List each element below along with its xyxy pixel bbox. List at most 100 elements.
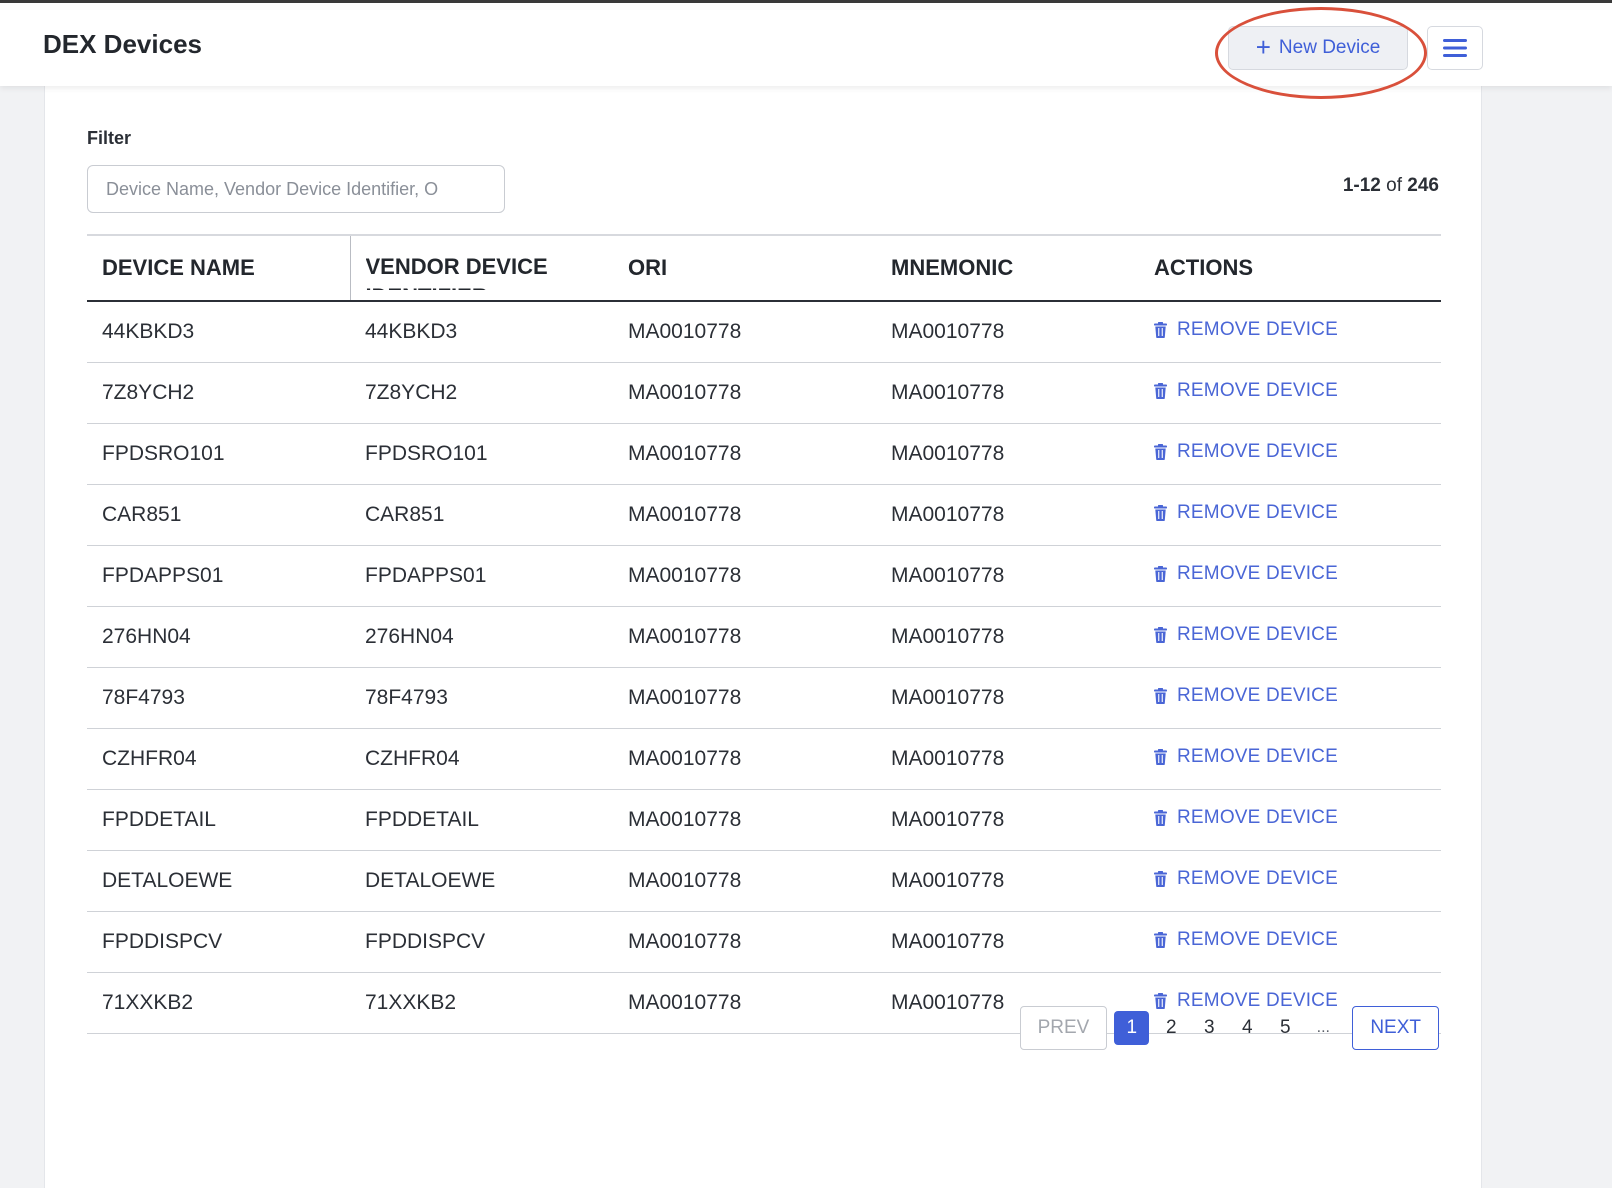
- page-3-button[interactable]: 3: [1190, 1011, 1228, 1045]
- mnemonic-cell: MA0010778: [876, 667, 1139, 729]
- mnemonic-cell: MA0010778: [876, 362, 1139, 424]
- table-header-row: DEVICE NAME VENDOR DEVICE IDENTIFIER ORI…: [87, 234, 1441, 302]
- vendor-device-identifier-cell: FPDSRO101: [350, 423, 613, 485]
- column-header-device-name[interactable]: DEVICE NAME: [87, 234, 350, 302]
- table-row: 276HN04 276HN04 MA0010778 MA0010778 REMOVE D…: [87, 606, 1441, 668]
- trash-icon: [1154, 932, 1167, 948]
- results-range: 1-12 of 246: [1343, 175, 1439, 197]
- pagination: PREV 1 2 3 4 5 ... NEXT: [1019, 1006, 1439, 1050]
- mnemonic-cell: MA0010778: [876, 545, 1139, 607]
- remove-device-button[interactable]: REMOVE DEVICE: [1154, 319, 1338, 341]
- table-row: 7Z8YCH2 7Z8YCH2 MA0010778 MA0010778 REMOVE D…: [87, 362, 1441, 424]
- range-shown: 1-12: [1342, 175, 1381, 196]
- trash-icon: [1154, 688, 1167, 704]
- column-header-mnemonic[interactable]: MNEMONIC: [876, 234, 1139, 302]
- devices-table: DEVICE NAME VENDOR DEVICE IDENTIFIER ORI…: [87, 234, 1441, 1034]
- ori-cell: MA0010778: [613, 362, 876, 424]
- actions-cell: REMOVE DEVICE: [1139, 362, 1441, 424]
- mnemonic-cell: MA0010778: [876, 484, 1139, 546]
- vendor-device-identifier-cell: DETALOEWE: [350, 850, 613, 912]
- trash-icon: [1154, 383, 1167, 399]
- trash-icon: [1154, 505, 1167, 521]
- mnemonic-cell: MA0010778: [876, 423, 1139, 485]
- remove-device-label: REMOVE DEVICE: [1177, 380, 1338, 401]
- pagination-ellipsis: ...: [1316, 1019, 1330, 1036]
- column-header-vendor-device-identifier[interactable]: VENDOR DEVICE IDENTIFIER: [349, 234, 613, 302]
- remove-device-button[interactable]: REMOVE DEVICE: [1154, 685, 1338, 707]
- ori-cell: MA0010778: [613, 911, 876, 973]
- remove-device-button[interactable]: REMOVE DEVICE: [1154, 624, 1338, 646]
- mnemonic-cell: MA0010778: [876, 789, 1139, 851]
- page-2-button[interactable]: 2: [1152, 1011, 1190, 1045]
- actions-cell: REMOVE DEVICE: [1139, 484, 1441, 546]
- ori-cell: MA0010778: [613, 301, 876, 363]
- page-5-button[interactable]: 5: [1266, 1011, 1304, 1045]
- column-header-vendor-label: VENDOR DEVICE IDENTIFIER: [365, 254, 548, 290]
- remove-device-label: REMOVE DEVICE: [1177, 319, 1338, 341]
- actions-cell: REMOVE DEVICE: [1139, 789, 1441, 851]
- column-header-ori[interactable]: ORI: [613, 234, 876, 302]
- device-name-cell: FPDSRO101: [87, 423, 350, 485]
- new-device-label: New Device: [1278, 37, 1381, 58]
- ori-cell: MA0010778: [613, 789, 876, 851]
- trash-icon: [1154, 566, 1167, 582]
- device-name-cell: FPDAPPS01: [87, 545, 350, 607]
- menu-button[interactable]: [1427, 26, 1483, 70]
- table-row: CAR851 CAR851 MA0010778 MA0010778 REMOVE DEV…: [87, 484, 1441, 546]
- remove-device-label: REMOVE DEVICE: [1177, 685, 1338, 706]
- page-1-button[interactable]: 1: [1114, 1011, 1150, 1045]
- remove-device-button[interactable]: REMOVE DEVICE: [1154, 929, 1338, 951]
- table-row: 78F4793 78F4793 MA0010778 MA0010778 REMOVE D…: [87, 667, 1441, 729]
- ori-cell: MA0010778: [613, 545, 876, 607]
- vendor-device-identifier-cell: CAR851: [350, 484, 613, 546]
- actions-cell: REMOVE DEVICE: [1139, 606, 1441, 668]
- table-row: DETALOEWE DETALOEWE MA0010778 MA0010778 REMO…: [87, 850, 1441, 912]
- remove-device-button[interactable]: REMOVE DEVICE: [1154, 380, 1338, 402]
- remove-device-label: REMOVE DEVICE: [1177, 624, 1338, 645]
- device-name-cell: 44KBKD3: [87, 301, 350, 363]
- devices-card: Filter 1-12 of 246 DEVICE NAME VENDOR DE…: [44, 86, 1482, 1188]
- top-bar: DEX Devices + New Device: [0, 0, 1612, 99]
- ori-cell: MA0010778: [613, 728, 876, 790]
- remove-device-button[interactable]: REMOVE DEVICE: [1154, 441, 1338, 463]
- next-page-button[interactable]: NEXT: [1352, 1006, 1439, 1050]
- remove-device-button[interactable]: REMOVE DEVICE: [1154, 868, 1338, 890]
- filter-label: Filter: [87, 128, 132, 148]
- mnemonic-cell: MA0010778: [876, 301, 1139, 363]
- page-title: DEX Devices: [43, 29, 202, 59]
- vendor-device-identifier-cell: FPDDISPCV: [350, 911, 613, 973]
- prev-page-button[interactable]: PREV: [1019, 1006, 1108, 1050]
- hamburger-menu-icon: [1443, 39, 1467, 57]
- actions-cell: REMOVE DEVICE: [1139, 667, 1441, 729]
- new-device-button[interactable]: + New Device: [1228, 26, 1408, 70]
- vendor-device-identifier-cell: CZHFR04: [350, 728, 613, 790]
- range-of: of: [1386, 175, 1403, 196]
- device-name-cell: 7Z8YCH2: [87, 362, 350, 424]
- remove-device-label: REMOVE DEVICE: [1177, 563, 1338, 584]
- remove-device-button[interactable]: REMOVE DEVICE: [1154, 746, 1338, 768]
- remove-device-button[interactable]: REMOVE DEVICE: [1154, 563, 1338, 585]
- device-name-cell: 78F4793: [87, 667, 350, 729]
- trash-icon: [1154, 810, 1167, 826]
- vendor-device-identifier-cell: 78F4793: [350, 667, 613, 729]
- remove-device-label: REMOVE DEVICE: [1177, 746, 1338, 767]
- page-4-button[interactable]: 4: [1228, 1011, 1266, 1045]
- remove-device-button[interactable]: REMOVE DEVICE: [1154, 502, 1338, 524]
- device-name-cell: CAR851: [87, 484, 350, 546]
- device-name-cell: CZHFR04: [87, 728, 350, 790]
- mnemonic-cell: MA0010778: [876, 850, 1139, 912]
- vendor-device-identifier-cell: FPDAPPS01: [350, 545, 613, 607]
- trash-icon: [1154, 749, 1167, 765]
- filter-input[interactable]: [87, 165, 505, 213]
- remove-device-button[interactable]: REMOVE DEVICE: [1154, 807, 1338, 829]
- actions-cell: REMOVE DEVICE: [1139, 423, 1441, 485]
- vendor-device-identifier-cell: 44KBKD3: [350, 301, 613, 363]
- vendor-device-identifier-cell: 71XXKB2: [350, 972, 613, 1034]
- trash-icon: [1154, 444, 1167, 460]
- ori-cell: MA0010778: [613, 484, 876, 546]
- ori-cell: MA0010778: [613, 606, 876, 668]
- remove-device-label: REMOVE DEVICE: [1177, 441, 1338, 462]
- mnemonic-cell: MA0010778: [876, 606, 1139, 668]
- ori-cell: MA0010778: [613, 423, 876, 485]
- plus-icon: +: [1255, 31, 1271, 62]
